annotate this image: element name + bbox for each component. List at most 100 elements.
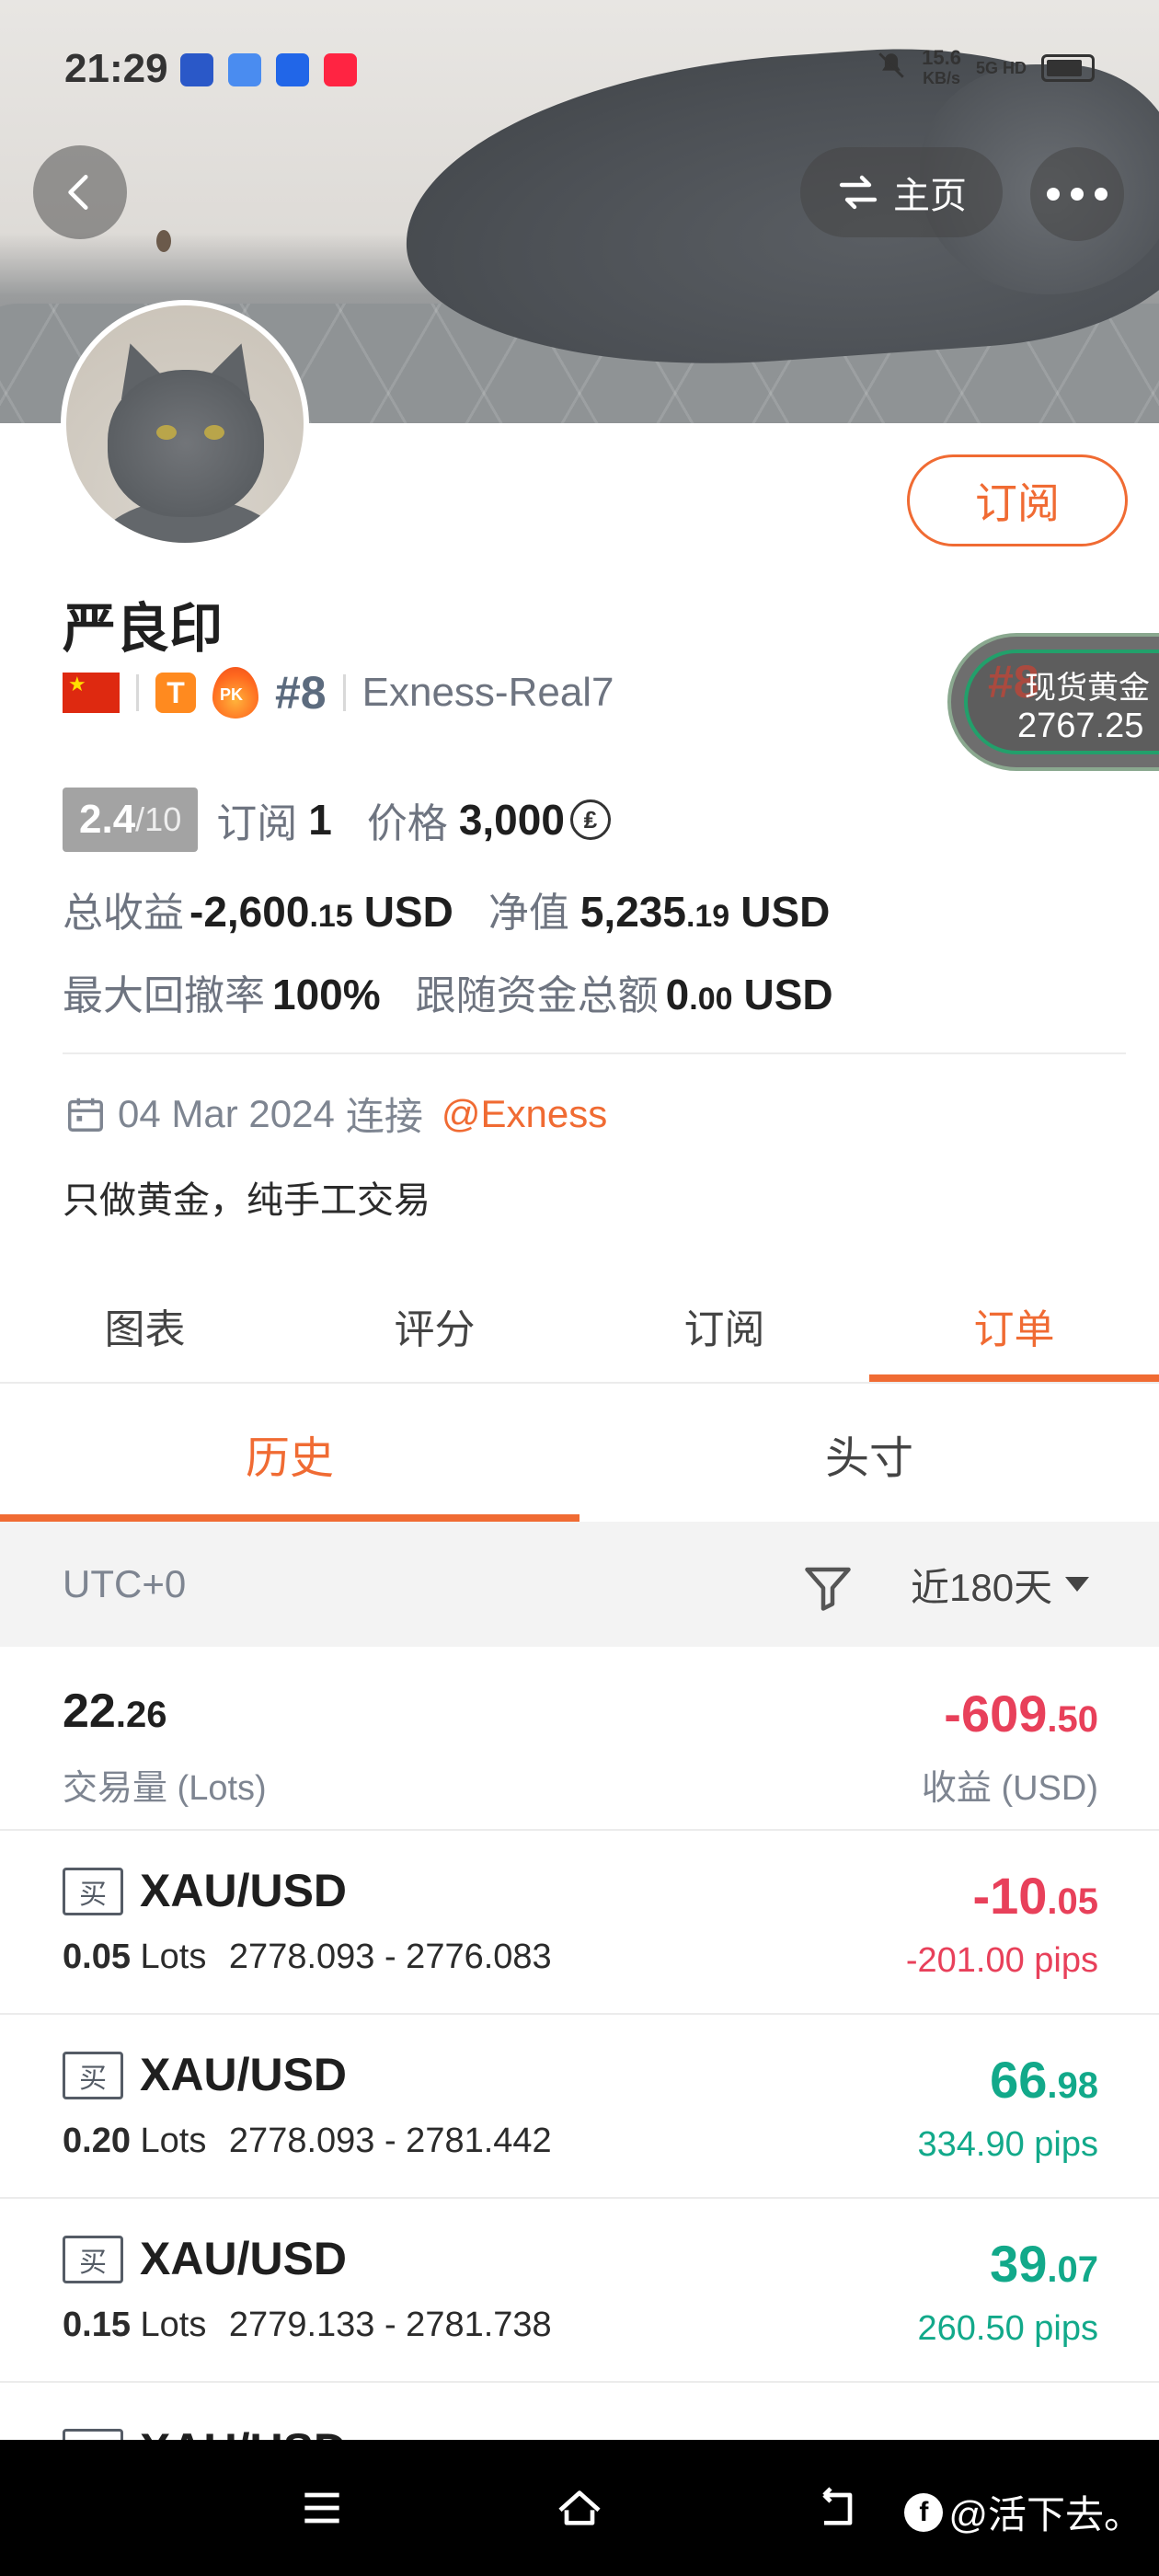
order-symbol: XAU/USD bbox=[140, 2049, 348, 2100]
tab-subscriptions[interactable]: 订阅 bbox=[580, 1270, 869, 1382]
badge-row: T PK #8 Exness-Real7 bbox=[63, 662, 614, 723]
buy-badge: 买 bbox=[63, 1868, 123, 1915]
pnl-value: -609.50 bbox=[944, 1684, 1098, 1743]
pnl-dec: .50 bbox=[1047, 1699, 1098, 1740]
more-dot-icon bbox=[1095, 188, 1107, 201]
date-range-label: 近180天 bbox=[911, 1565, 1053, 1609]
order-lots-unit: Lots bbox=[140, 1938, 207, 1976]
order-profit-int: -10 bbox=[972, 1867, 1048, 1925]
order-detail: 0.05 Lots 2778.093 - 2776.083 bbox=[63, 1938, 552, 1977]
tab-history[interactable]: 历史 bbox=[0, 1386, 580, 1522]
score-value: 2.4 bbox=[79, 797, 136, 842]
menu-icon[interactable] bbox=[294, 2482, 350, 2534]
order-lots-unit: Lots bbox=[140, 2122, 207, 2160]
avatar-cat-eye bbox=[204, 425, 224, 440]
order-price-range: 2779.133 - 2781.738 bbox=[228, 2306, 552, 2344]
order-profit: 66.98 bbox=[990, 2050, 1098, 2110]
swap-icon bbox=[839, 175, 878, 210]
order-row[interactable]: 买 XAU/USD 0.20 Lots 2778.093 - 2781.442 … bbox=[0, 2015, 1159, 2199]
gold-widget-price: 2767.25 bbox=[1017, 707, 1144, 745]
order-profit-int: 39 bbox=[990, 2235, 1048, 2293]
score-badge: 2.4 /10 bbox=[63, 788, 199, 852]
pk-flame-icon: PK bbox=[212, 667, 258, 719]
redbook-app-icon bbox=[324, 53, 357, 86]
caret-down-icon bbox=[1065, 1577, 1090, 1592]
order-row[interactable]: 买 XAU/USD 0.15 Lots 2779.133 - 2781.738 … bbox=[0, 2199, 1159, 2383]
avatar[interactable] bbox=[61, 300, 309, 548]
gold-price-widget[interactable]: #8 现货黄金 2767.25 bbox=[947, 633, 1159, 771]
buy-badge: 买 bbox=[63, 2052, 123, 2099]
back-button[interactable] bbox=[33, 145, 127, 239]
follow-funds-unit: USD bbox=[743, 971, 833, 1018]
filter-icon[interactable] bbox=[800, 1560, 855, 1616]
net-speed-value: 15.6 bbox=[922, 46, 961, 69]
more-dot-icon bbox=[1071, 188, 1084, 201]
network-indicator: 5G HD bbox=[975, 58, 1027, 77]
avatar-cat-face bbox=[108, 370, 264, 517]
stats-row-drawdown: 最大回撤率 100% 跟随资金总额 0 .00 USD bbox=[63, 962, 833, 1021]
net-speed: 15.6 KB/s bbox=[922, 48, 961, 88]
subs-label: 订阅 bbox=[216, 801, 298, 846]
watermark: f @活下去。 bbox=[904, 2484, 1142, 2540]
home-label: 主页 bbox=[893, 176, 967, 216]
tab-chart[interactable]: 图表 bbox=[0, 1270, 290, 1382]
more-button[interactable] bbox=[1030, 147, 1124, 241]
broker-link[interactable]: @Exness bbox=[442, 1092, 607, 1136]
watermark-text: @活下去。 bbox=[948, 2493, 1142, 2536]
total-profit-label: 总收益 bbox=[63, 891, 184, 936]
date-range-dropdown[interactable]: 近180天 bbox=[911, 1557, 1090, 1613]
status-time: 21:29 bbox=[64, 46, 168, 91]
tab-orders[interactable]: 订单 bbox=[869, 1270, 1159, 1382]
volume-int: 22 bbox=[63, 1685, 116, 1738]
equity-label: 净值 bbox=[488, 891, 569, 936]
volume-value: 22.26 bbox=[63, 1684, 166, 1739]
subscribe-button[interactable]: 订阅 bbox=[907, 454, 1128, 546]
watermark-logo-icon: f bbox=[904, 2492, 944, 2532]
score-max: /10 bbox=[135, 800, 182, 838]
main-tabs: 图表 评分 订阅 订单 bbox=[0, 1270, 1159, 1384]
browser-app-icon bbox=[228, 53, 261, 86]
tab-rating[interactable]: 评分 bbox=[290, 1270, 580, 1382]
more-dot-icon bbox=[1047, 188, 1060, 201]
home-nav-icon[interactable] bbox=[552, 2482, 607, 2534]
battery-icon bbox=[1041, 54, 1095, 82]
order-pips: -201.00 pips bbox=[905, 1941, 1098, 1980]
home-button[interactable]: 主页 bbox=[800, 147, 1003, 237]
back-nav-icon[interactable] bbox=[809, 2482, 865, 2534]
order-profit-dec: .98 bbox=[1047, 2065, 1098, 2106]
badge-divider bbox=[342, 674, 346, 711]
tab-positions[interactable]: 头寸 bbox=[580, 1386, 1159, 1522]
follow-funds-dec: .00 bbox=[689, 982, 733, 1017]
trader-name: 严良印 bbox=[63, 599, 224, 659]
connect-text: 连接 bbox=[345, 1095, 423, 1138]
chevron-left-icon bbox=[68, 175, 88, 210]
order-pips: 334.90 pips bbox=[917, 2125, 1099, 2164]
drawdown-value: 100% bbox=[272, 971, 381, 1018]
order-profit-dec: .05 bbox=[1047, 1881, 1098, 1922]
equity-int: 5,235 bbox=[580, 888, 686, 936]
equity-dec: .19 bbox=[685, 899, 730, 934]
order-lots-unit: Lots bbox=[140, 2306, 207, 2344]
section-divider bbox=[63, 1052, 1126, 1054]
price-label: 价格 bbox=[366, 801, 448, 846]
total-profit-dec: .15 bbox=[309, 899, 353, 934]
pnl-int: -609 bbox=[944, 1685, 1048, 1742]
order-pips: 260.50 pips bbox=[917, 2309, 1099, 2348]
order-detail: 0.15 Lots 2779.133 - 2781.738 bbox=[63, 2306, 552, 2345]
status-bar: 21:29 15.6 KB/s 5G HD bbox=[0, 0, 1159, 138]
gold-widget-label: 现货黄金 bbox=[1025, 671, 1150, 706]
net-speed-unit: KB/s bbox=[923, 69, 961, 87]
order-row[interactable]: 买 XAU/USD 0.05 Lots 2778.093 - 2776.083 … bbox=[0, 1831, 1159, 2015]
rank-value: #8 bbox=[275, 667, 327, 719]
coin-icon: ₤ bbox=[569, 799, 611, 840]
order-profit: -10.05 bbox=[972, 1866, 1098, 1926]
badge-divider bbox=[136, 674, 139, 711]
stats-row-profit: 总收益 -2,600 .15 USD 净值 5,235 .19 USD bbox=[63, 880, 830, 938]
order-profit: 39.07 bbox=[990, 2234, 1098, 2294]
order-detail: 0.20 Lots 2778.093 - 2781.442 bbox=[63, 2122, 552, 2161]
connect-row: 04 Mar 2024 连接 @Exness bbox=[64, 1086, 607, 1142]
stats-row-score: 2.4 /10 订阅 1 价格 3,000 ₤ bbox=[63, 788, 611, 852]
status-app-icons bbox=[180, 53, 357, 86]
t-badge-icon: T bbox=[155, 673, 196, 713]
volume-label: 交易量 (Lots) bbox=[63, 1769, 267, 1808]
